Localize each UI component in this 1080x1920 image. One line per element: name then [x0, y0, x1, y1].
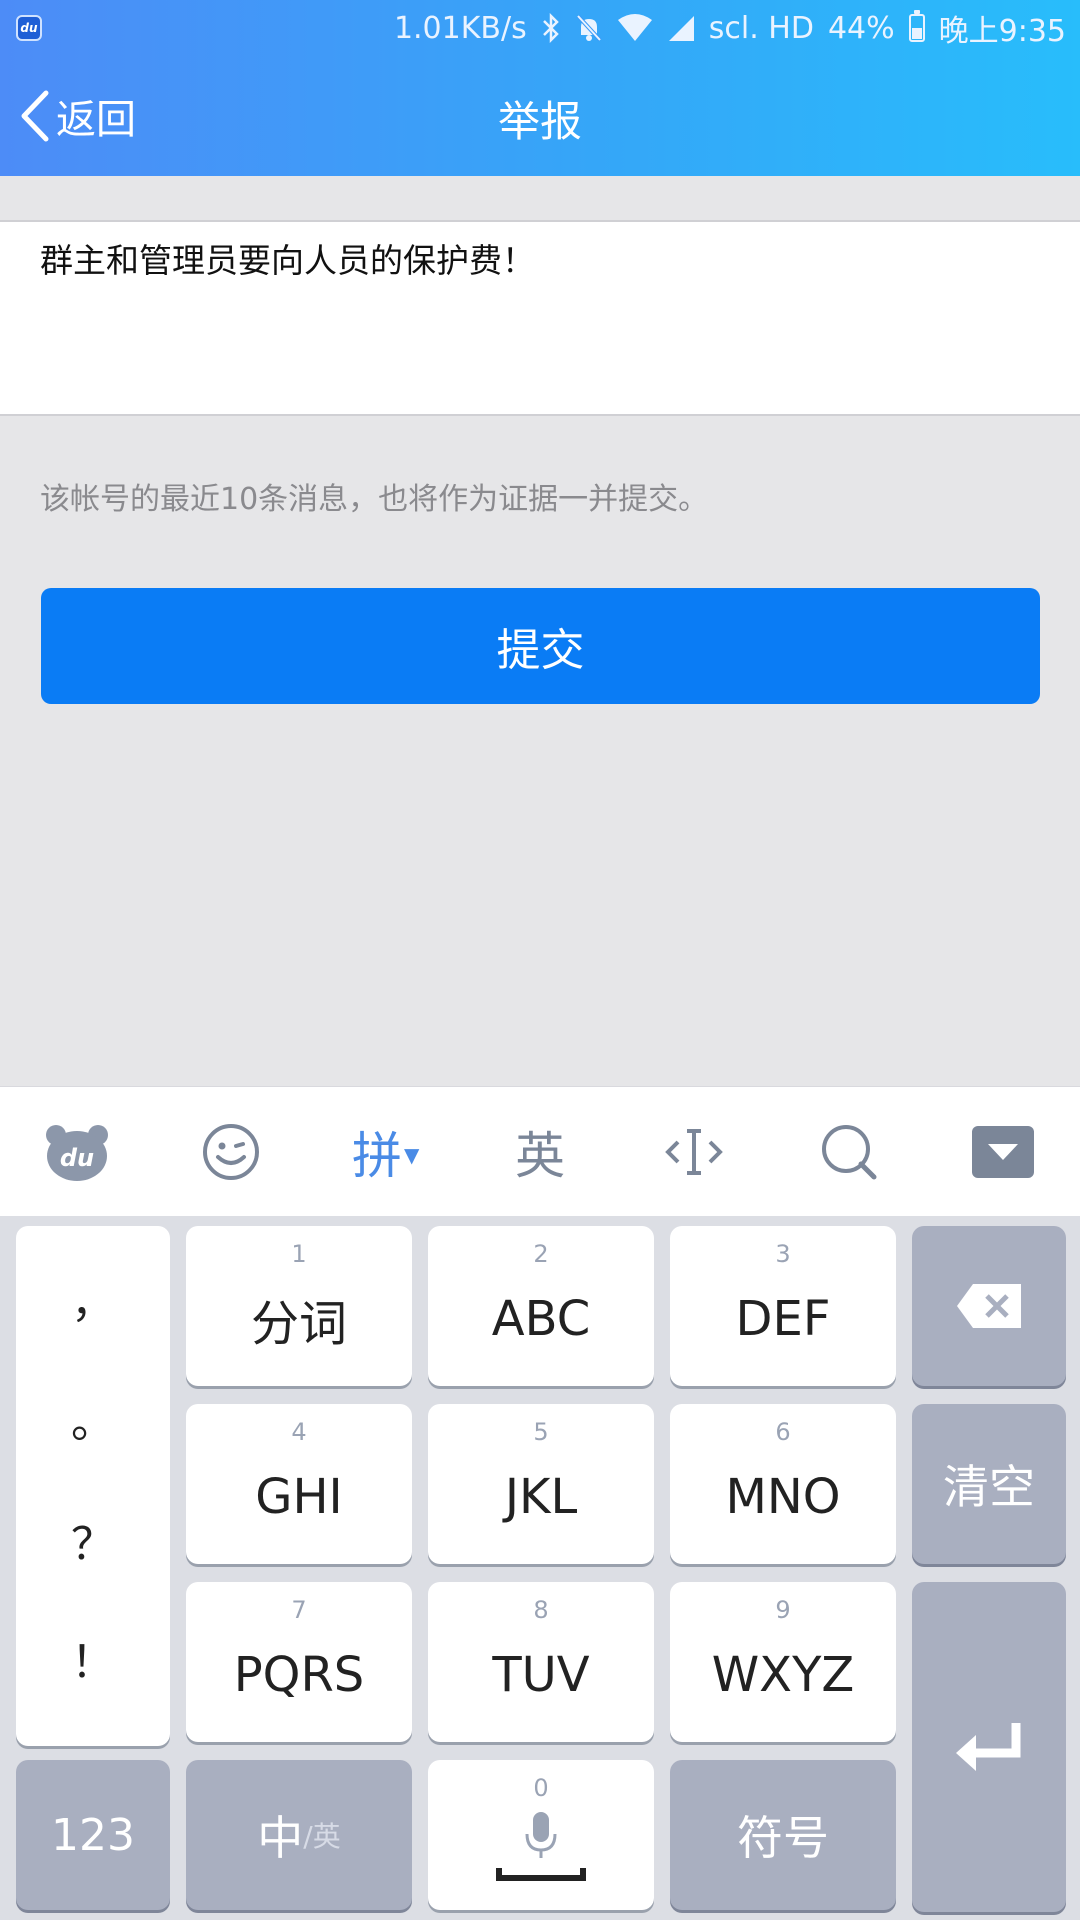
cursor-move-icon[interactable]: [634, 1102, 754, 1202]
key-label: TUV: [492, 1647, 590, 1703]
key-label: GHI: [255, 1469, 343, 1525]
key-number: 2: [533, 1240, 549, 1268]
english-mode-tab[interactable]: 英: [480, 1102, 600, 1202]
app-header: du 1.01KB/s scl. HD 44% 晚上9:35 返回 举报: [0, 0, 1080, 176]
battery-percent: 44%: [827, 10, 895, 46]
enter-icon: [956, 1723, 1021, 1771]
lang-alt-label: /英: [303, 1820, 341, 1853]
key-6-mno[interactable]: 6 MNO: [670, 1404, 896, 1564]
report-input[interactable]: 群主和管理员要向人员的保护费！: [0, 220, 1080, 416]
dropdown-caret-icon: ▼: [404, 1142, 420, 1167]
bluetooth-icon: [541, 13, 561, 43]
status-bar: du 1.01KB/s scl. HD 44% 晚上9:35: [0, 0, 1080, 56]
carrier-label: scl. HD: [708, 10, 814, 46]
key-4-ghi[interactable]: 4 GHI: [186, 1404, 412, 1564]
key-number: 3: [775, 1240, 791, 1268]
collapse-keyboard-icon[interactable]: [943, 1102, 1063, 1202]
key-number: 5: [533, 1418, 549, 1446]
key-number: 7: [291, 1596, 307, 1624]
du-app-icon: du: [16, 15, 42, 41]
pinyin-mode-tab[interactable]: 拼 ▼: [326, 1102, 446, 1202]
punct-question-key[interactable]: ？: [16, 1508, 170, 1572]
search-icon[interactable]: [789, 1102, 909, 1202]
key-label: WXYZ: [711, 1647, 855, 1703]
key-label: MNO: [725, 1469, 841, 1525]
navigation-bar: 返回 举报: [0, 56, 1080, 176]
key-2-abc[interactable]: 2 ABC: [428, 1226, 654, 1386]
wifi-icon: [617, 14, 653, 42]
key-label: PQRS: [233, 1647, 365, 1703]
chinese-english-toggle-key[interactable]: 中/英: [186, 1760, 412, 1910]
key-1-segment[interactable]: 1 分词: [186, 1226, 412, 1386]
key-label: ABC: [491, 1291, 591, 1347]
key-label: DEF: [735, 1291, 831, 1347]
pinyin-label: 拼: [352, 1126, 402, 1185]
ime-toolbar: du 拼 ▼ 英: [0, 1086, 1080, 1216]
report-text: 群主和管理员要向人员的保护费！: [40, 241, 535, 280]
evidence-hint: 该帐号的最近10条消息，也将作为证据一并提交。: [40, 482, 709, 517]
signal-icon: [667, 14, 695, 42]
t9-keyboard: ， 。 ？ ！ 1 分词 2 ABC 3 DEF 4 GHI 5 JKL 6 M…: [0, 1216, 1080, 1920]
number-mode-label: 123: [51, 1809, 135, 1861]
key-number: 9: [775, 1596, 791, 1624]
key-number: 8: [533, 1596, 549, 1624]
du-bear-logo-icon[interactable]: du: [17, 1102, 137, 1202]
key-5-jkl[interactable]: 5 JKL: [428, 1404, 654, 1564]
content-spacer: [0, 176, 1080, 220]
space-voice-key[interactable]: 0: [428, 1760, 654, 1910]
network-speed: 1.01KB/s: [393, 10, 527, 46]
punctuation-column: ， 。 ？ ！: [16, 1226, 170, 1746]
clear-key[interactable]: 清空: [912, 1404, 1066, 1564]
number-mode-key[interactable]: 123: [16, 1760, 170, 1910]
clock: 晚上9:35: [938, 14, 1066, 49]
key-3-def[interactable]: 3 DEF: [670, 1226, 896, 1386]
punct-exclaim-key[interactable]: ！: [16, 1626, 170, 1690]
microphone-icon: [496, 1812, 586, 1881]
symbols-key[interactable]: 符号: [670, 1760, 896, 1910]
key-number: 0: [533, 1774, 549, 1802]
key-number: 6: [775, 1418, 791, 1446]
punct-period-key[interactable]: 。: [16, 1386, 170, 1450]
key-number: 4: [291, 1418, 307, 1446]
english-label: 英: [514, 1126, 565, 1185]
key-label: JKL: [504, 1469, 578, 1525]
symbols-label: 符号: [737, 1811, 829, 1865]
page-title: 举报: [497, 97, 582, 146]
backspace-key[interactable]: [912, 1226, 1066, 1386]
key-9-wxyz[interactable]: 9 WXYZ: [670, 1582, 896, 1742]
key-label: 分词: [250, 1296, 347, 1352]
enter-key[interactable]: [912, 1582, 1066, 1912]
backspace-icon: [957, 1284, 1021, 1328]
emoji-icon[interactable]: [171, 1102, 291, 1202]
key-8-tuv[interactable]: 8 TUV: [428, 1582, 654, 1742]
key-7-pqrs[interactable]: 7 PQRS: [186, 1582, 412, 1742]
svg-text:du: du: [60, 1144, 94, 1172]
status-icons: 1.01KB/s scl. HD 44% 晚上9:35: [393, 10, 1066, 49]
key-number: 1: [291, 1240, 307, 1268]
mute-bell-icon: [575, 13, 603, 43]
submit-button[interactable]: 提交: [41, 588, 1040, 704]
battery-icon: [908, 10, 925, 42]
lang-main-label: 中: [257, 1811, 304, 1865]
punct-comma-key[interactable]: ，: [16, 1266, 170, 1330]
clear-label: 清空: [943, 1460, 1035, 1514]
